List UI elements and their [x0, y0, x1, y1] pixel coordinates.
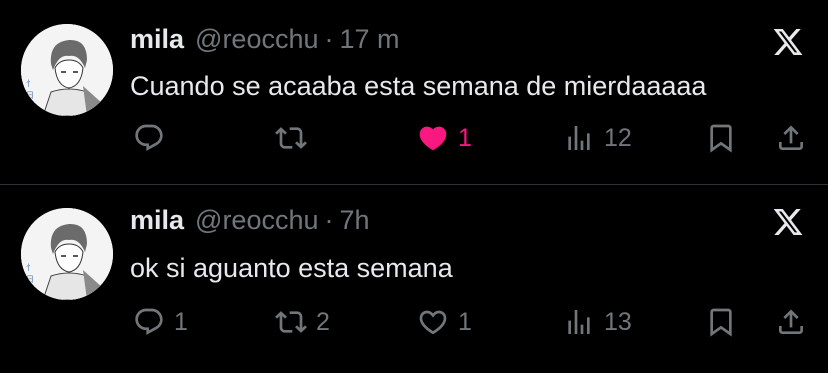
x-logo-icon [772, 26, 804, 58]
avatar-illustration: 日 忄 [21, 208, 113, 300]
retweet-icon [275, 306, 307, 338]
action-bar: 1 2 1 13 [0, 302, 828, 342]
bookmark-icon [705, 306, 737, 338]
avatar[interactable]: 日 忄 [21, 24, 113, 116]
tweet-text: Cuando se acaaba esta semana de mierdaaa… [130, 71, 707, 101]
user-handle[interactable]: @reocchu [195, 24, 318, 55]
like-button[interactable]: 1 [417, 118, 472, 158]
tweet-text: ok si aguanto esta semana [130, 253, 453, 283]
bookmark-button[interactable] [705, 302, 737, 342]
retweet-button[interactable]: 2 [275, 302, 330, 342]
action-bar: 1 12 [0, 118, 828, 158]
tweet-header: mila @reocchu · 17 m [130, 24, 400, 58]
reply-icon [133, 306, 165, 338]
share-button[interactable] [775, 302, 807, 342]
views-icon [563, 122, 595, 154]
display-name[interactable]: mila [130, 24, 184, 55]
tweet-header: mila @reocchu · 7h [130, 205, 370, 239]
separator-dot: · [324, 205, 334, 235]
like-button[interactable]: 1 [417, 302, 472, 342]
user-handle[interactable]: @reocchu [195, 205, 318, 236]
views-count: 12 [604, 123, 632, 152]
views-button[interactable]: 13 [563, 302, 632, 342]
reply-button[interactable] [133, 118, 174, 158]
display-name[interactable]: mila [130, 205, 184, 236]
bookmark-button[interactable] [705, 118, 737, 158]
svg-text:忄: 忄 [26, 79, 34, 88]
like-count: 1 [458, 307, 472, 336]
views-icon [563, 306, 595, 338]
retweet-icon [275, 122, 307, 154]
heart-filled-icon [417, 122, 449, 154]
share-icon [775, 306, 807, 338]
tweet-card[interactable]: 日 忄 mila @reocchu · 7h ok si aguanto est… [0, 185, 828, 373]
share-button[interactable] [775, 118, 807, 158]
svg-text:日: 日 [26, 275, 34, 284]
tweet-feed: 日 忄 mila @reocchu · 17 m Cuando se acaab… [0, 0, 828, 373]
avatar-illustration: 日 忄 [21, 24, 113, 116]
separator-dot: · [324, 24, 334, 54]
retweet-count: 2 [316, 307, 330, 336]
retweet-button[interactable] [275, 118, 316, 158]
bookmark-icon [705, 122, 737, 154]
views-count: 13 [604, 307, 632, 336]
svg-text:日: 日 [26, 91, 34, 100]
views-button[interactable]: 12 [563, 118, 632, 158]
x-logo-icon [772, 206, 804, 238]
share-icon [775, 122, 807, 154]
reply-count: 1 [174, 307, 188, 336]
reply-button[interactable]: 1 [133, 302, 188, 342]
like-count: 1 [458, 123, 472, 152]
avatar[interactable]: 日 忄 [21, 208, 113, 300]
timestamp[interactable]: 7h [340, 205, 370, 236]
reply-icon [133, 122, 165, 154]
timestamp[interactable]: 17 m [340, 24, 400, 55]
heart-outline-icon [417, 306, 449, 338]
svg-text:忄: 忄 [26, 263, 34, 272]
tweet-card[interactable]: 日 忄 mila @reocchu · 17 m Cuando se acaab… [0, 0, 828, 184]
